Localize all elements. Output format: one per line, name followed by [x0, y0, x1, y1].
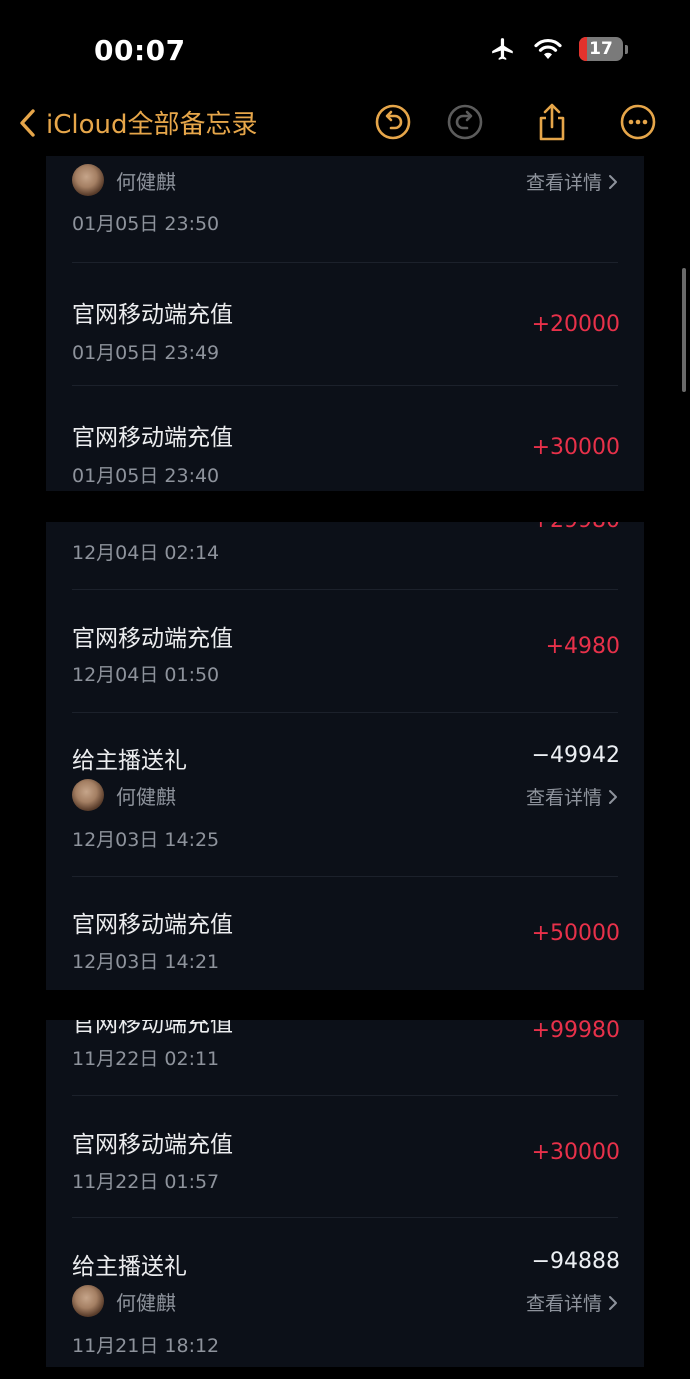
divider	[72, 712, 618, 713]
transaction-time: 12月03日 14:21	[72, 951, 220, 973]
battery-tip	[625, 44, 628, 54]
transaction-time: 11月22日 02:11	[72, 1048, 220, 1070]
more-icon[interactable]	[620, 104, 656, 140]
transaction-amount: −94888	[531, 1249, 620, 1274]
transaction-title: 官网移动端充值	[72, 1132, 233, 1158]
chevron-right-icon	[609, 789, 617, 804]
undo-icon[interactable]	[375, 104, 411, 140]
transaction-amount: +50000	[531, 921, 620, 946]
view-details-link[interactable]: 查看详情	[526, 168, 618, 195]
battery-level: 17	[589, 39, 613, 59]
list-item[interactable]: 官网移动端充值 +20000 01月05日 23:49	[46, 262, 644, 385]
avatar	[72, 1285, 104, 1317]
chevron-right-icon	[609, 174, 617, 189]
list-item[interactable]: 何健麒 查看详情 01月05日 23:50	[46, 156, 644, 262]
user-info: 何健麒	[72, 164, 176, 196]
transaction-time: 01月05日 23:40	[72, 465, 220, 487]
transaction-amount: +99980	[531, 1020, 620, 1043]
transaction-amount: +20000	[531, 312, 620, 337]
transaction-title: 官网移动端充值	[72, 425, 233, 451]
avatar	[72, 779, 104, 811]
transaction-time: 12月04日 02:14	[72, 542, 220, 564]
transaction-title: 官网移动端充值	[72, 626, 233, 652]
status-time: 00:07	[94, 34, 186, 67]
view-details-label: 查看详情	[525, 1293, 602, 1315]
back-label: iCloud全部备忘录	[46, 110, 258, 140]
list-item[interactable]: 官网移动端充值 +99980 11月22日 02:11	[46, 1020, 644, 1095]
user-name: 何健麒	[116, 1290, 176, 1315]
transaction-panel-1: 何健麒 查看详情 01月05日 23:50 官网移动端充值 +20000 01月…	[46, 156, 644, 491]
transaction-amount: +30000	[531, 1140, 620, 1165]
list-item[interactable]: 官网移动端充值 +30000 11月22日 01:57	[46, 1095, 644, 1217]
transaction-time: 11月21日 18:12	[72, 1335, 220, 1357]
list-item[interactable]: 给主播送礼 −94888 何健麒 查看详情 11月21日 18:12	[46, 1217, 644, 1367]
transaction-title: 给主播送礼	[72, 1254, 187, 1280]
divider	[72, 385, 618, 386]
status-bar: 00:07 17	[0, 0, 690, 100]
airplane-icon	[492, 38, 513, 60]
list-item[interactable]: +29980 12月04日 02:14	[46, 522, 644, 589]
share-icon[interactable]	[534, 102, 570, 142]
scrollbar[interactable]	[682, 268, 686, 392]
user-info: 何健麒	[72, 779, 176, 811]
transaction-time: 12月04日 01:50	[72, 664, 220, 686]
divider	[72, 1095, 618, 1096]
transaction-title: 官网移动端充值	[72, 912, 233, 938]
back-button[interactable]: iCloud全部备忘录	[18, 104, 258, 141]
divider	[72, 262, 618, 263]
divider	[72, 1217, 618, 1218]
view-details-link[interactable]: 查看详情	[526, 1289, 618, 1316]
transaction-time: 01月05日 23:49	[72, 342, 220, 364]
nav-bar: iCloud全部备忘录	[0, 100, 690, 150]
list-item[interactable]: 官网移动端充值 +30000 01月05日 23:40	[46, 385, 644, 491]
view-details-label: 查看详情	[525, 787, 602, 809]
transaction-time: 12月03日 14:25	[72, 829, 220, 851]
transaction-time: 11月22日 01:57	[72, 1171, 220, 1193]
divider	[72, 589, 618, 590]
transaction-title: 给主播送礼	[72, 748, 187, 774]
view-details-link[interactable]: 查看详情	[526, 783, 618, 810]
transaction-amount: +29980	[532, 522, 620, 533]
chevron-right-icon	[609, 1295, 617, 1310]
view-details-label: 查看详情	[525, 172, 602, 194]
status-icons: 17	[489, 36, 628, 62]
battery-icon: 17	[579, 37, 623, 61]
transaction-amount: +30000	[531, 435, 620, 460]
user-name: 何健麒	[116, 169, 176, 194]
transaction-panel-3: 官网移动端充值 +99980 11月22日 02:11 官网移动端充值 +300…	[46, 1020, 644, 1367]
transaction-panel-2: +29980 12月04日 02:14 官网移动端充值 +4980 12月04日…	[46, 522, 644, 990]
user-info: 何健麒	[72, 1285, 176, 1317]
list-item[interactable]: 官网移动端充值 +50000 12月03日 14:21	[46, 876, 644, 990]
user-name: 何健麒	[116, 784, 176, 809]
transaction-amount: +4980	[545, 634, 620, 659]
divider	[72, 876, 618, 877]
list-item[interactable]: 给主播送礼 −49942 何健麒 查看详情 12月03日 14:25	[46, 712, 644, 876]
transaction-title: 官网移动端充值	[72, 1020, 233, 1037]
chevron-left-icon	[20, 108, 35, 137]
transaction-time: 01月05日 23:50	[72, 213, 220, 235]
wifi-icon	[534, 38, 562, 59]
avatar	[72, 164, 104, 196]
transaction-amount: −49942	[531, 743, 620, 768]
list-item[interactable]: 官网移动端充值 +4980 12月04日 01:50	[46, 589, 644, 712]
redo-icon[interactable]	[447, 104, 483, 140]
transaction-title: 官网移动端充值	[72, 302, 233, 328]
